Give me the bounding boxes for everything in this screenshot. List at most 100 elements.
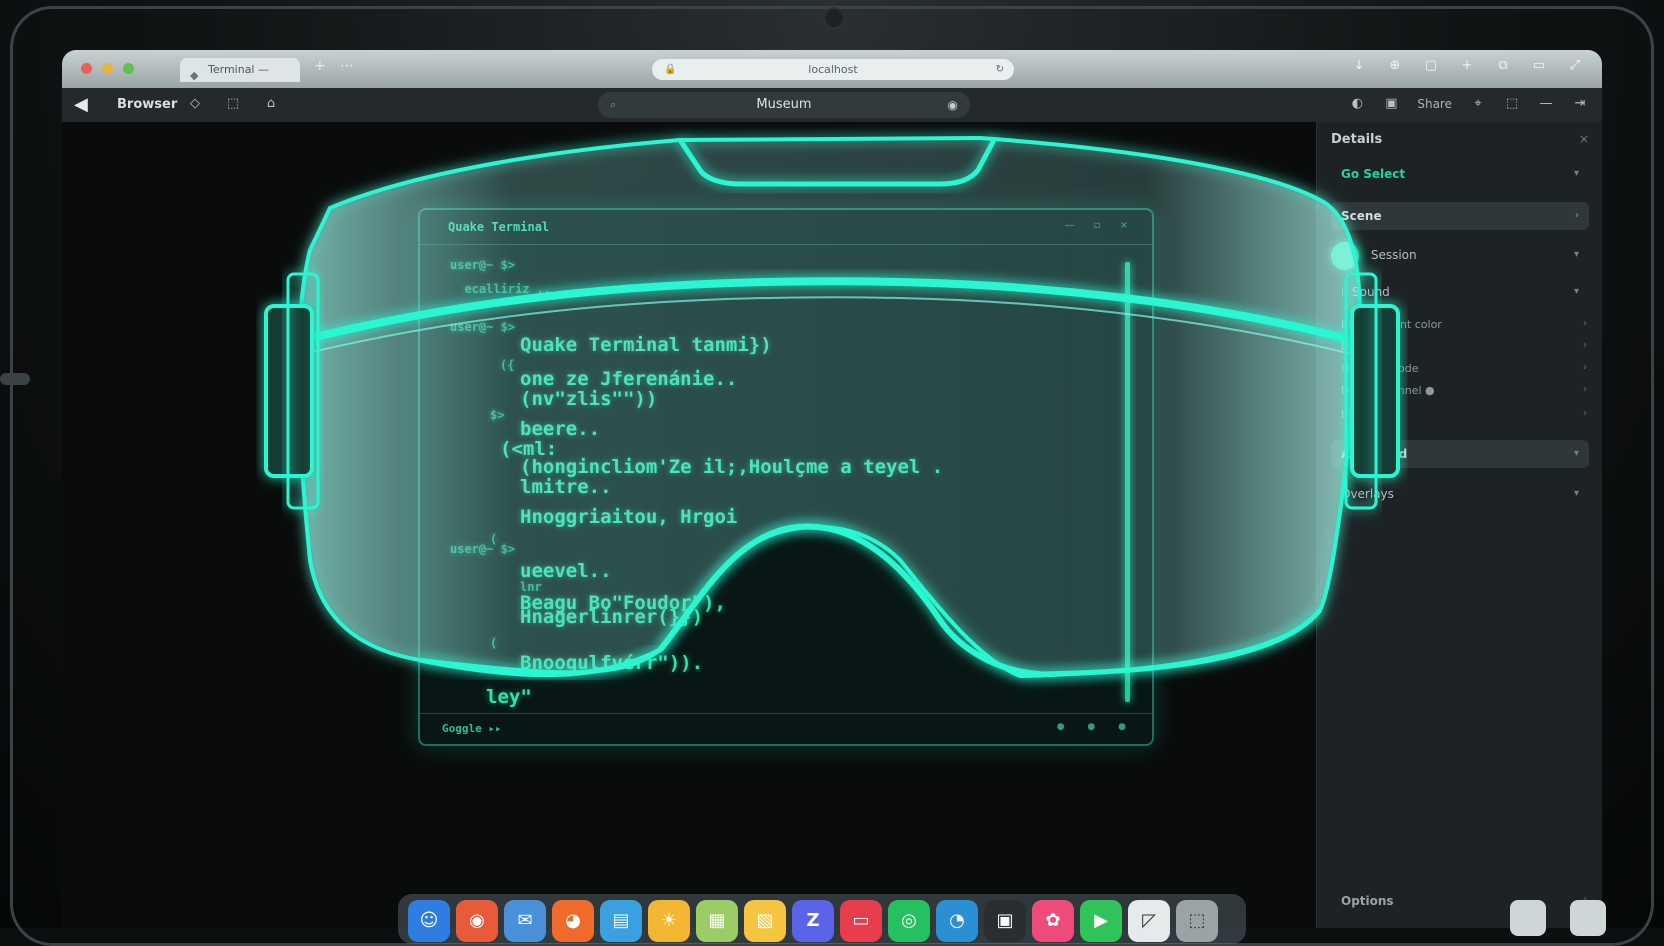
maximize-window-button[interactable] xyxy=(123,63,134,74)
terminal-header: Quake Terminal — ▫ × xyxy=(420,210,1152,245)
terminal-footer: Goggle ▸▸ ● ● ● xyxy=(420,713,1152,744)
shape-icon[interactable]: ◇ xyxy=(187,96,203,111)
dock-app-icon[interactable]: ⬚ xyxy=(1176,900,1218,942)
target-icon[interactable]: ⌖ xyxy=(1470,96,1486,111)
panel-item[interactable]: Display xyxy=(1341,340,1382,353)
details-panel: Details × Go Select ▾ Scene › Session ▾ … xyxy=(1316,122,1602,928)
home-icon[interactable]: ⌂ xyxy=(263,96,279,111)
terminal-line: Quake Terminal tanmi}) xyxy=(520,334,772,356)
terminal-line: beere.. xyxy=(520,418,601,440)
quake-terminal-window[interactable]: Quake Terminal — ▫ × user@~ $> ecalliriz… xyxy=(418,208,1154,746)
select-row[interactable]: Go Select ▾ xyxy=(1331,160,1589,188)
terminal-line: user@~ $> xyxy=(450,542,516,556)
panel-item[interactable]: Overlay mode xyxy=(1341,362,1418,375)
panel-footer[interactable]: Options xyxy=(1341,894,1394,908)
status-dot-icon xyxy=(1331,241,1359,270)
terminal-status: Goggle ▸▸ xyxy=(442,722,502,735)
terminal-line: $> xyxy=(490,408,505,422)
dock-app-icon[interactable]: ◎ xyxy=(888,900,930,942)
dock-app-icon[interactable]: ◕ xyxy=(552,900,594,942)
dock-app-icon[interactable]: ▧ xyxy=(744,900,786,942)
scene-label: Scene xyxy=(1341,209,1382,223)
close-window-button[interactable] xyxy=(81,63,92,74)
session-row[interactable]: Session ▾ xyxy=(1331,238,1589,272)
close-icon[interactable]: × xyxy=(1579,132,1589,146)
search-text: Museum xyxy=(756,97,812,112)
new-tab-button[interactable]: + xyxy=(314,58,326,74)
download-icon[interactable]: ↓ xyxy=(1352,59,1366,73)
dock-app-icon[interactable]: ◉ xyxy=(456,900,498,942)
session-label: Session xyxy=(1370,248,1417,262)
app-toolbar: ◀ Browser ◇ ⬚ ⌂ ⌕ Museum ◉ ◐ ▣ Share ⌖ ⬚… xyxy=(62,88,1602,122)
scene-button[interactable]: Scene › xyxy=(1331,202,1589,230)
dock-app-icon[interactable]: ◸ xyxy=(1128,900,1170,942)
collapse-icon[interactable]: ⇥ xyxy=(1572,96,1588,111)
search-icon: ⌕ xyxy=(610,98,617,111)
panel-item[interactable]: Intensity xyxy=(1341,408,1389,421)
dock-app-icon[interactable]: ▭ xyxy=(840,900,882,942)
toolbar-right: ◐ ▣ Share ⌖ ⬚ — ⇥ xyxy=(1349,96,1588,111)
dock-app-icon[interactable]: ▣ xyxy=(984,900,1026,942)
dock-app-icon[interactable]: ✉ xyxy=(504,900,546,942)
terminal-line: Bnoogulfvérr")). xyxy=(520,652,704,674)
dock-app-icon[interactable]: ◔ xyxy=(936,900,978,942)
advanced-button[interactable]: Advanced ▾ xyxy=(1331,440,1589,468)
overlays-row[interactable]: Overlays ▾ xyxy=(1331,480,1589,508)
dock-app-icon[interactable]: ✿ xyxy=(1032,900,1074,942)
chevron-right-icon: › xyxy=(1583,318,1587,329)
browser-toolbar-icons: ↓ ⊕ ▢ + ⧉ ▭ ⤢ xyxy=(1352,59,1582,73)
dock-app-icon[interactable]: ▤ xyxy=(600,900,642,942)
terminal-line: ley" xyxy=(486,686,532,708)
advanced-label: Advanced xyxy=(1341,447,1408,461)
overlays-label: Overlays xyxy=(1341,487,1394,501)
window-icon[interactable]: ⬚ xyxy=(1504,96,1520,111)
terminal-line: user@~ $> xyxy=(450,258,516,272)
dock-app-icon[interactable]: ☀ xyxy=(648,900,690,942)
browser-tab[interactable]: ◆ Terminal — goggle xyxy=(180,58,300,100)
camera-icon xyxy=(823,7,845,29)
bookmark-icon[interactable]: ▢ xyxy=(1424,59,1438,73)
mic-icon[interactable]: ◉ xyxy=(948,92,958,118)
dock-app-icon[interactable]: ▦ xyxy=(696,900,738,942)
search-input[interactable]: ⌕ Museum ◉ xyxy=(598,92,970,118)
dock-app-icon[interactable]: ▶ xyxy=(1080,900,1122,942)
sound-label: ⌷ Sound xyxy=(1341,285,1390,299)
terminal-line: one ze Jferenánie.. xyxy=(520,368,738,390)
lock-icon: 🔒 xyxy=(664,64,677,75)
panel-item[interactable]: Depth channel ● xyxy=(1341,384,1435,397)
panel-item[interactable]: Environment color xyxy=(1341,318,1442,331)
terminal-line: Hnagerlinrer(}}) xyxy=(520,606,704,628)
trash-icon[interactable] xyxy=(1570,900,1606,936)
gallery-icon[interactable]: ▣ xyxy=(1383,96,1399,111)
extensions-icon[interactable]: ⊕ xyxy=(1388,59,1402,73)
add-icon[interactable]: + xyxy=(1460,59,1474,73)
back-icon[interactable]: ◀ xyxy=(74,94,88,115)
address-bar[interactable]: 🔒 localhost ↻ xyxy=(652,59,1014,80)
downloads-stack-icon[interactable] xyxy=(1510,900,1546,936)
terminal-window-controls[interactable]: — ▫ × xyxy=(1064,220,1136,231)
address-text: localhost xyxy=(808,63,858,76)
share-button[interactable]: Share xyxy=(1417,97,1452,111)
tabs-icon[interactable]: ⧉ xyxy=(1496,59,1510,73)
select-label: Go Select xyxy=(1341,167,1406,181)
dock-app-icon[interactable]: ☺ xyxy=(408,900,450,942)
terminal-line: lmitre.. xyxy=(520,476,612,498)
tab-favicon-icon: ◆ xyxy=(190,69,199,82)
minimize-window-button[interactable] xyxy=(102,63,113,74)
reload-icon[interactable]: ↻ xyxy=(996,59,1004,80)
side-button xyxy=(0,373,30,385)
sound-row[interactable]: ⌷ Sound ▾ xyxy=(1331,278,1589,306)
terminal-line: user@~ $> xyxy=(450,320,516,334)
terminal-line: (hongincliom'Ze il;,Houlçme a teyel . xyxy=(520,456,944,478)
theme-icon[interactable]: ◐ xyxy=(1349,96,1365,111)
terminal-title: Quake Terminal xyxy=(448,220,550,234)
sidebar-icon[interactable]: ▭ xyxy=(1532,59,1546,73)
frame-icon[interactable]: ⬚ xyxy=(225,96,241,111)
dock-app-icon[interactable]: Z xyxy=(792,900,834,942)
tab-overflow-button[interactable]: ⋯ xyxy=(340,58,354,74)
chevron-down-icon: ▾ xyxy=(1573,488,1579,499)
terminal-footer-icons: ● ● ● xyxy=(1056,722,1136,732)
chevron-right-icon: › xyxy=(1583,408,1587,419)
terminal-scrollbar[interactable] xyxy=(1125,262,1130,702)
fullscreen-icon[interactable]: ⤢ xyxy=(1568,59,1582,73)
